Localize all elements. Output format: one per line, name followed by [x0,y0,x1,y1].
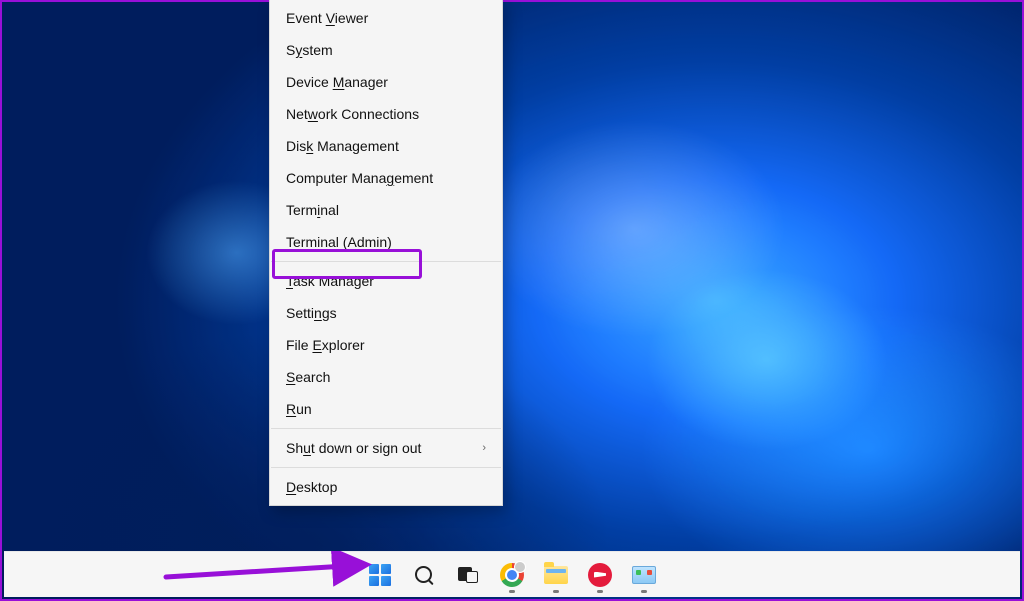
running-indicator [641,590,647,593]
media-app[interactable] [581,556,619,594]
desktop-wallpaper [2,2,1022,599]
menu-item-disk-management[interactable]: Disk Management [270,130,502,162]
running-indicator [597,590,603,593]
menu-separator [271,467,501,468]
search-button[interactable] [405,556,443,594]
menu-item-event-viewer[interactable]: Event Viewer [270,2,502,34]
menu-item-label: Network Connections [286,106,419,122]
menu-item-label: Terminal (Admin) [286,234,392,250]
menu-item-network-connections[interactable]: Network Connections [270,98,502,130]
chevron-right-icon: › [482,442,486,454]
menu-item-shutdown[interactable]: Shut down or sign out › [270,432,502,464]
start-button[interactable] [361,556,399,594]
menu-item-label: System [286,42,333,58]
menu-item-file-explorer[interactable]: File Explorer [270,329,502,361]
menu-separator [271,261,501,262]
menu-item-system[interactable]: System [270,34,502,66]
menu-item-settings[interactable]: Settings [270,297,502,329]
menu-item-computer-management[interactable]: Computer Management [270,162,502,194]
explorer-icon [544,566,568,584]
menu-item-label: Search [286,369,330,385]
control-panel-app[interactable] [625,556,663,594]
menu-separator [271,428,501,429]
menu-item-label: File Explorer [286,337,365,353]
menu-item-label: Shut down or sign out [286,440,421,456]
menu-item-terminal-admin[interactable]: Terminal (Admin) [270,226,502,258]
menu-item-task-manager[interactable]: Task Manager [270,265,502,297]
menu-item-search[interactable]: Search [270,361,502,393]
menu-item-label: Disk Management [286,138,399,154]
menu-item-device-manager[interactable]: Device Manager [270,66,502,98]
menu-item-label: Task Manager [286,273,374,289]
menu-item-label: Event Viewer [286,10,368,26]
running-indicator [509,590,515,593]
media-icon [588,563,612,587]
chrome-app[interactable] [493,556,531,594]
menu-item-label: Computer Management [286,170,433,186]
winx-context-menu: Event Viewer System Device Manager Network … [269,0,503,506]
menu-item-label: Run [286,401,312,417]
menu-item-label: Device Manager [286,74,388,90]
search-icon [414,565,434,585]
menu-item-label: Desktop [286,479,337,495]
profile-badge-icon [514,561,526,573]
chrome-icon [500,563,524,587]
running-indicator [553,590,559,593]
menu-item-label: Settings [286,305,337,321]
start-icon [369,564,391,586]
menu-item-run[interactable]: Run [270,393,502,425]
cp-icon [632,566,656,584]
menu-item-label: Terminal [286,202,339,218]
taskview-icon [458,567,478,583]
file-explorer-app[interactable] [537,556,575,594]
menu-item-desktop[interactable]: Desktop [270,471,502,503]
menu-item-terminal[interactable]: Terminal [270,194,502,226]
taskbar [4,551,1020,597]
task-view-button[interactable] [449,556,487,594]
